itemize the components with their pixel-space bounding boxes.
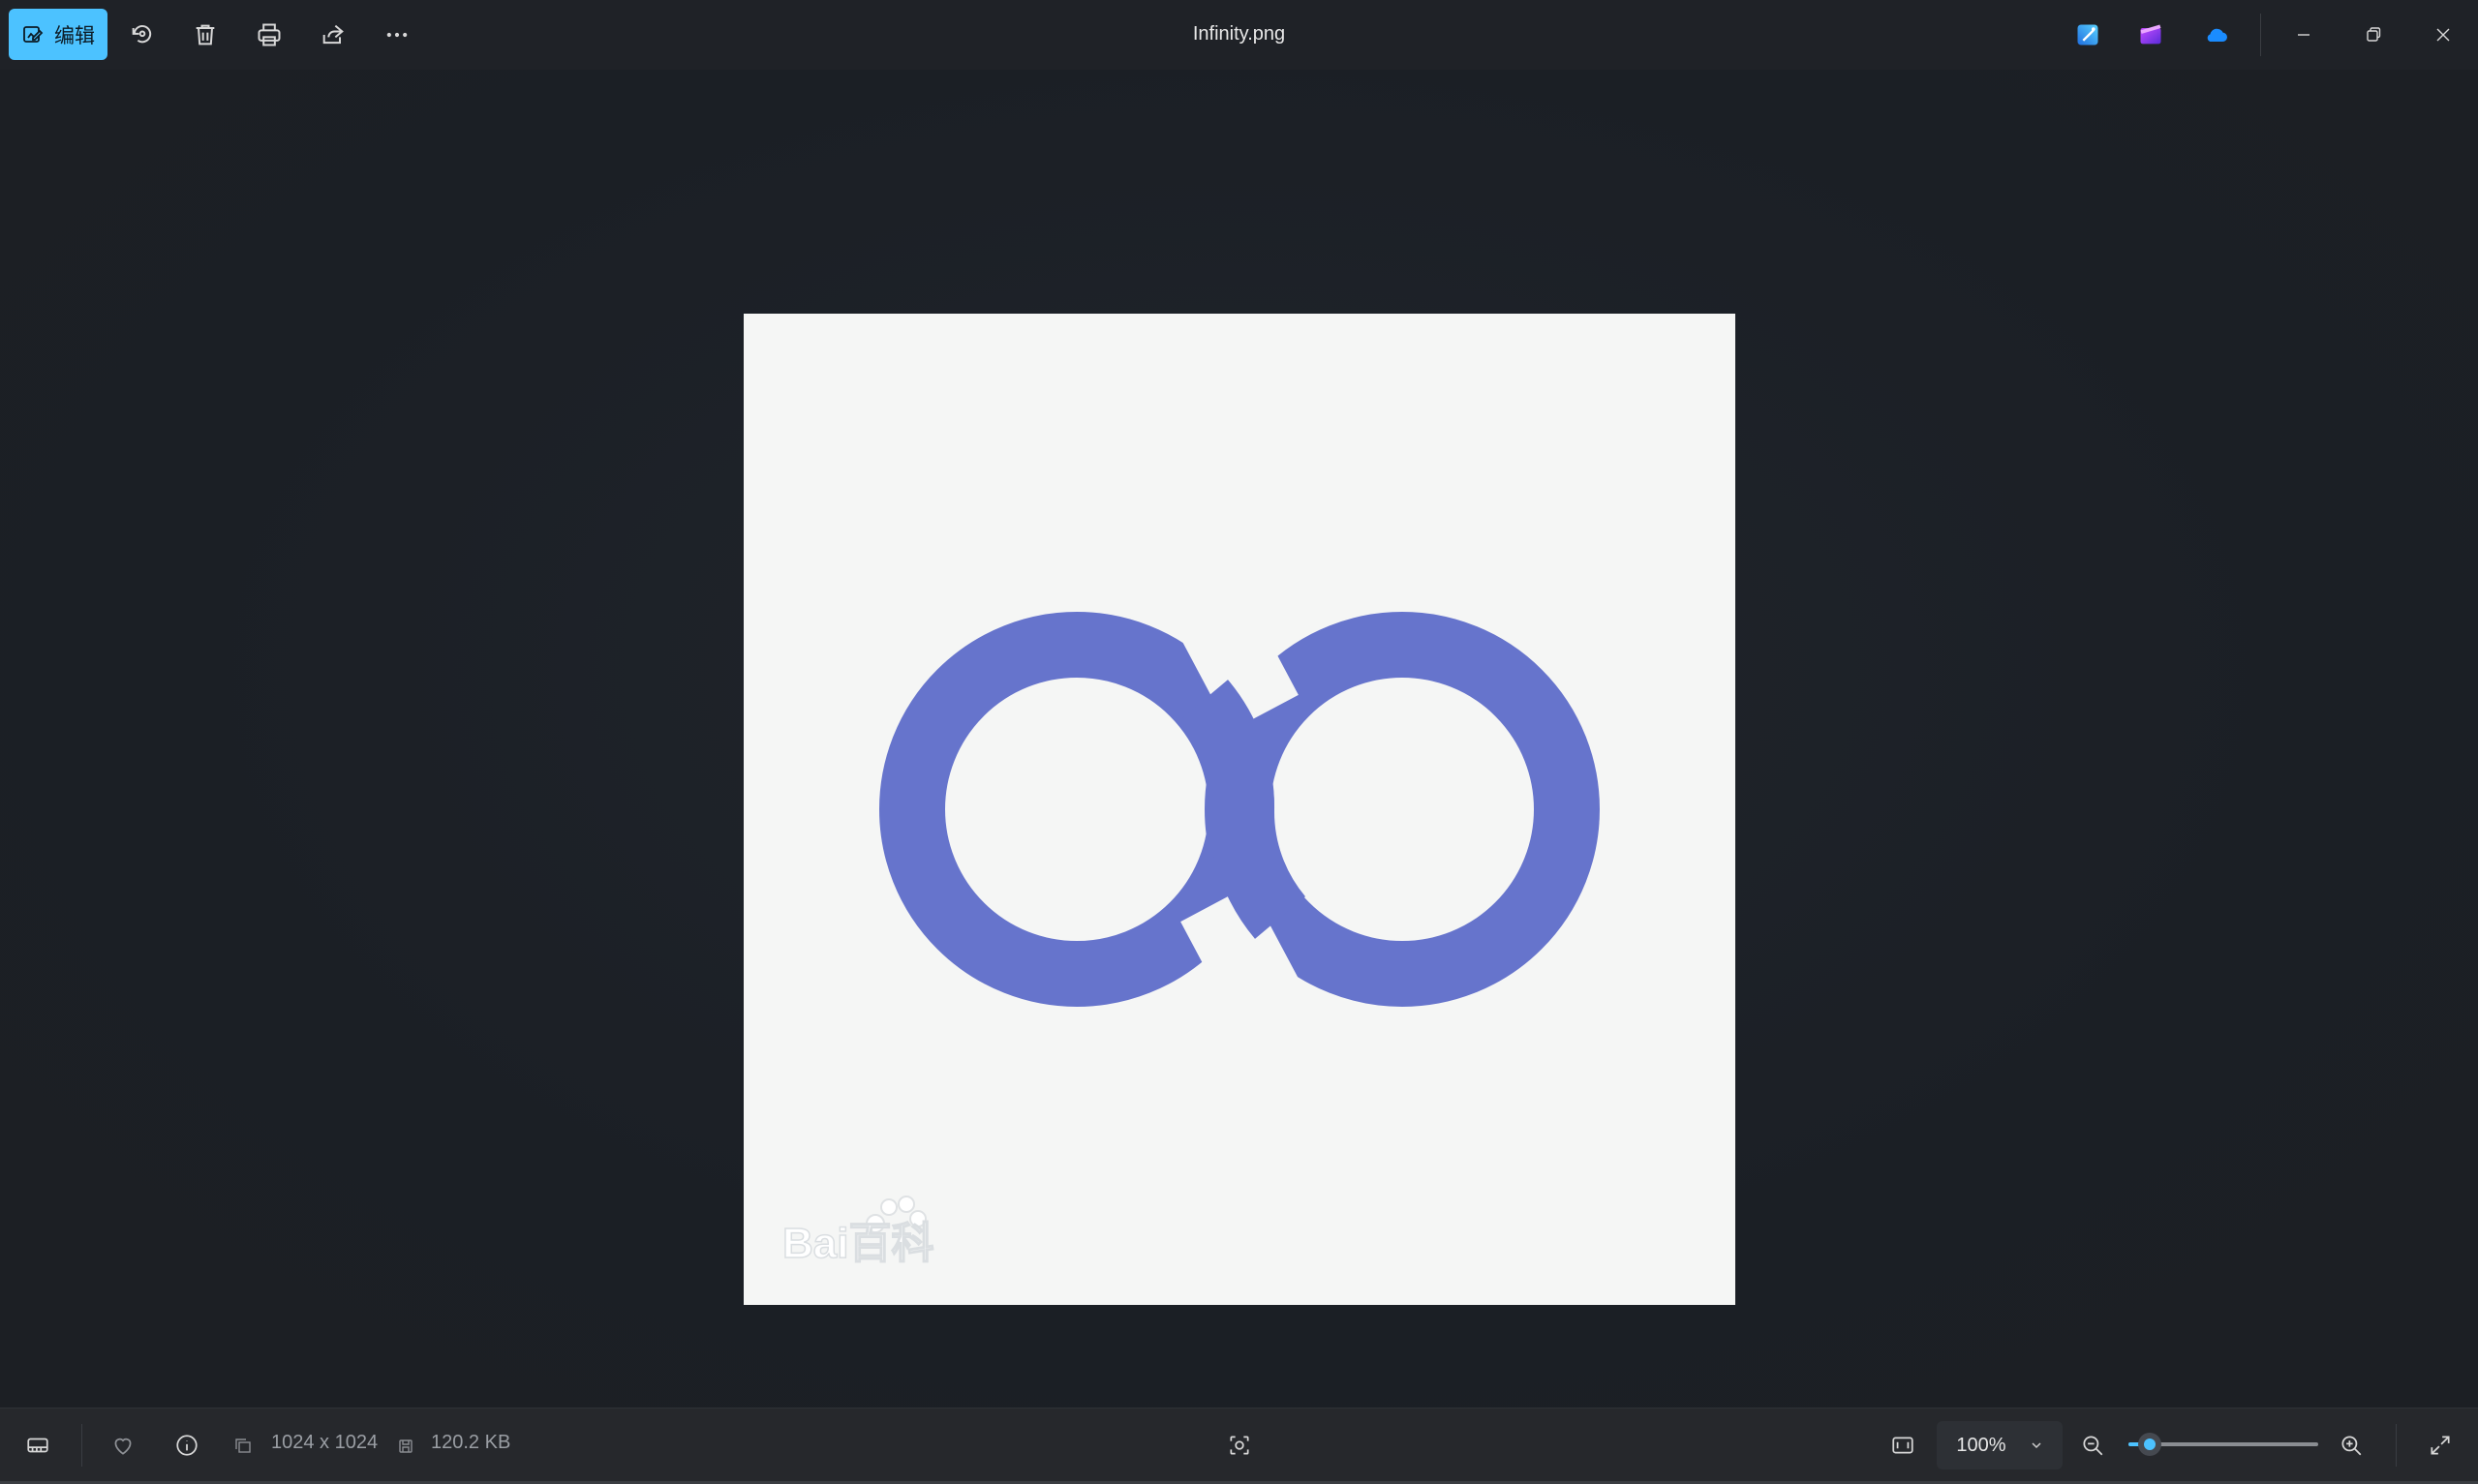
file-size: 120.2 KB — [431, 1432, 511, 1453]
infinity-logo: Bai百科 — [781, 558, 1600, 1268]
expand-icon — [2431, 1436, 2450, 1455]
visual-search-button[interactable] — [1216, 1422, 1263, 1469]
designer-icon — [2077, 24, 2098, 45]
fit-window-icon — [1892, 1437, 1913, 1454]
minimize-icon — [2298, 34, 2310, 36]
zoom-level-dropdown[interactable]: 100% — [1937, 1421, 2063, 1469]
heart-icon — [114, 1438, 132, 1455]
scan-icon — [1230, 1436, 1249, 1455]
cloud-icon — [2207, 28, 2227, 43]
watermark-text: Bai百科 — [782, 1220, 933, 1267]
filmstrip-icon — [27, 1438, 48, 1453]
filmstrip-toggle-button[interactable] — [15, 1422, 61, 1469]
close-icon — [2436, 28, 2450, 42]
zoom-slider[interactable] — [2128, 1433, 2318, 1456]
restore-button[interactable] — [2339, 0, 2408, 70]
zoom-out-icon — [2083, 1436, 2103, 1456]
dimensions-icon — [230, 1434, 256, 1459]
zoom-in-icon — [2341, 1436, 2362, 1456]
minimize-button[interactable] — [2269, 0, 2339, 70]
info-icon — [176, 1435, 198, 1456]
full-screen-button[interactable] — [2417, 1422, 2463, 1469]
title-bar: 编辑 Infinity.png — [0, 0, 2478, 70]
zoom-level-value: 100% — [1956, 1434, 2006, 1456]
statusbar-separator — [81, 1424, 82, 1467]
restore-icon — [2367, 27, 2381, 42]
onedrive-button[interactable] — [2190, 10, 2241, 60]
displayed-image: Bai百科 — [744, 314, 1735, 1305]
close-button[interactable] — [2408, 0, 2478, 70]
titlebar-separator — [2260, 14, 2261, 56]
zoom-out-button[interactable] — [2069, 1422, 2116, 1469]
zoom-in-button[interactable] — [2328, 1422, 2374, 1469]
clipchamp-app-button[interactable] — [2126, 10, 2176, 60]
favorite-button[interactable] — [100, 1422, 146, 1469]
image-dimensions: 1024 x 1024 — [271, 1432, 379, 1453]
zoom-slider-thumb[interactable] — [2137, 1433, 2161, 1456]
fit-to-window-button[interactable] — [1880, 1422, 1926, 1469]
file-size-icon — [393, 1434, 418, 1459]
chevron-down-icon — [2032, 1442, 2041, 1449]
statusbar-separator-right — [2396, 1424, 2397, 1467]
video-editor-icon — [2140, 24, 2161, 45]
image-viewer-canvas[interactable]: Bai百科 — [0, 70, 2478, 1408]
file-info-button[interactable] — [164, 1422, 210, 1469]
designer-app-button[interactable] — [2063, 10, 2113, 60]
status-bar: 1024 x 1024 120.2 KB 100% — [0, 1408, 2478, 1482]
